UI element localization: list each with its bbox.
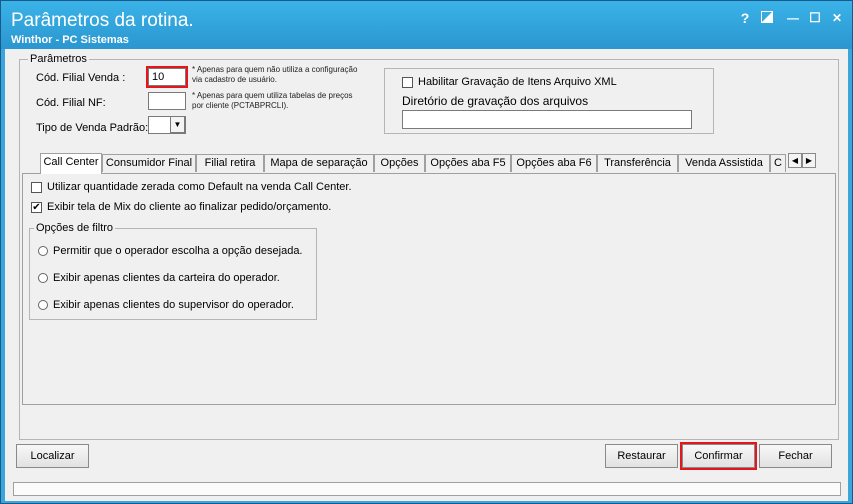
xml-dir-input[interactable] (402, 110, 692, 129)
filial-venda-note: * Apenas para quem não utiliza a configu… (192, 65, 358, 84)
filter-groupbox: Opções de filtro Permitir que o operador… (29, 222, 317, 320)
filter-option-2: Exibir apenas clientes da carteira do op… (53, 272, 280, 284)
filial-nf-input[interactable] (148, 92, 186, 110)
restaurar-button[interactable]: Restaurar (605, 444, 678, 468)
tab-scroll-right-icon[interactable]: ▶ (802, 153, 816, 168)
tab-opcoes-f6[interactable]: Opções aba F6 (511, 154, 597, 172)
theme-toggle-icon[interactable] (759, 10, 775, 26)
tab-filial-retira[interactable]: Filial retira (196, 154, 264, 172)
tab-mapa-separacao[interactable]: Mapa de separação (264, 154, 374, 172)
confirmar-button[interactable]: Confirmar (680, 442, 757, 470)
xml-dir-label: Diretório de gravação dos arquivos (402, 94, 589, 108)
minimize-icon[interactable]: — (785, 10, 801, 26)
filial-nf-note: * Apenas para quem utiliza tabelas de pr… (192, 91, 353, 110)
window-title: Parâmetros da rotina. (11, 10, 194, 31)
tab-venda-assistida[interactable]: Venda Assistida (678, 154, 770, 172)
localizar-button[interactable]: Localizar (16, 444, 89, 468)
maximize-icon[interactable]: ☐ (807, 10, 823, 26)
xml-checkbox[interactable] (402, 77, 413, 88)
filter-radio-1[interactable] (38, 246, 48, 256)
main-window: Parâmetros da rotina. Winthor - PC Siste… (0, 0, 853, 504)
tipo-venda-label: Tipo de Venda Padrão: (36, 122, 149, 134)
tab-scroll-left-icon[interactable]: ◀ (788, 153, 802, 168)
tab-consumidor-final[interactable]: Consumidor Final (102, 154, 196, 172)
opt2-label: Exibir tela de Mix do cliente ao finaliz… (47, 201, 332, 213)
client-area: Parâmetros Cód. Filial Venda : 10 * Apen… (5, 49, 848, 501)
tab-call-center[interactable]: Call Center (40, 153, 102, 174)
opt2-checkbox[interactable]: ✔ (31, 202, 42, 213)
fechar-button[interactable]: Fechar (759, 444, 832, 468)
parameters-legend: Parâmetros (28, 53, 89, 65)
filial-venda-label: Cód. Filial Venda : (36, 72, 126, 84)
tab-opcoes-f5[interactable]: Opções aba F5 (425, 154, 511, 172)
help-icon[interactable]: ? (737, 10, 753, 26)
title-bar[interactable]: Parâmetros da rotina. Winthor - PC Siste… (1, 1, 852, 49)
tab-transferencia[interactable]: Transferência (597, 154, 678, 172)
opt1-label: Utilizar quantidade zerada como Default … (47, 181, 352, 193)
filter-option-1: Permitir que o operador escolha a opção … (53, 245, 303, 257)
window-subtitle: Winthor - PC Sistemas (11, 34, 129, 46)
filter-legend: Opções de filtro (34, 222, 116, 234)
chevron-down-icon[interactable]: ▼ (170, 116, 185, 133)
tab-opcoes[interactable]: Opções (374, 154, 425, 172)
filial-venda-input[interactable]: 10 (146, 66, 188, 88)
xml-checkbox-label: Habilitar Gravação de Itens Arquivo XML (418, 76, 617, 88)
status-bar (13, 482, 841, 496)
filter-radio-2[interactable] (38, 273, 48, 283)
opt1-checkbox[interactable] (31, 182, 42, 193)
filial-nf-label: Cód. Filial NF: (36, 97, 106, 109)
close-icon[interactable]: ✕ (829, 10, 845, 26)
parameters-frame: Parâmetros Cód. Filial Venda : 10 * Apen… (19, 53, 839, 440)
filter-option-3: Exibir apenas clientes do supervisor do … (53, 299, 294, 311)
call-center-panel: Utilizar quantidade zerada como Default … (22, 173, 836, 405)
tab-more[interactable]: C (770, 154, 786, 172)
filter-radio-3[interactable] (38, 300, 48, 310)
xml-groupbox: Habilitar Gravação de Itens Arquivo XML … (384, 68, 714, 134)
